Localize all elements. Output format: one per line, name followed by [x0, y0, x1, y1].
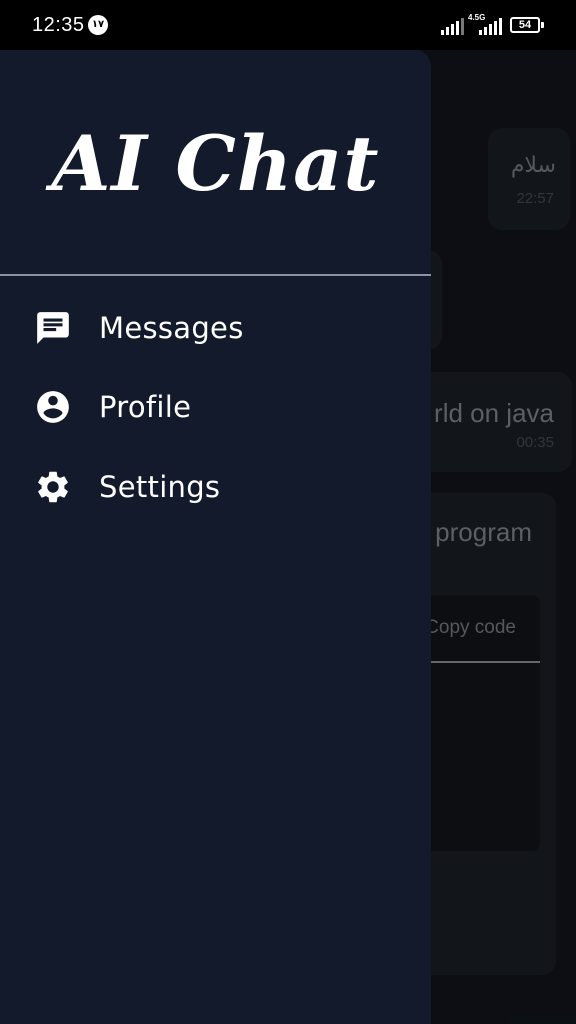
drawer-divider: [0, 274, 431, 276]
signal-icon-2: [479, 18, 502, 35]
status-time: 12:35: [32, 14, 85, 36]
drawer-item-label: Settings: [99, 470, 221, 504]
gear-icon: [38, 471, 68, 503]
signal-icon: [441, 18, 464, 35]
app-title: AI Chat: [51, 119, 380, 208]
screen: 12:35 ۱۷ 4.5G 54 سلام 22:57 rld on java …: [0, 0, 576, 1024]
notification-badge: ۱۷: [88, 15, 108, 35]
drawer-item-label: Profile: [99, 390, 192, 424]
battery-icon: 54: [510, 17, 540, 33]
drawer-item-settings[interactable]: Settings: [0, 451, 431, 523]
battery-level: 54: [518, 19, 532, 31]
drawer-item-label: Messages: [99, 311, 244, 345]
message-icon: [37, 312, 69, 344]
status-bar: 12:35 ۱۷ 4.5G 54: [0, 0, 576, 50]
drawer-item-messages[interactable]: Messages: [0, 292, 431, 364]
battery-tip: [541, 22, 544, 28]
navigation-drawer: AI Chat Messages Profile Settings: [0, 49, 431, 1024]
account-circle-icon: [37, 391, 69, 423]
drawer-item-profile[interactable]: Profile: [0, 371, 431, 443]
